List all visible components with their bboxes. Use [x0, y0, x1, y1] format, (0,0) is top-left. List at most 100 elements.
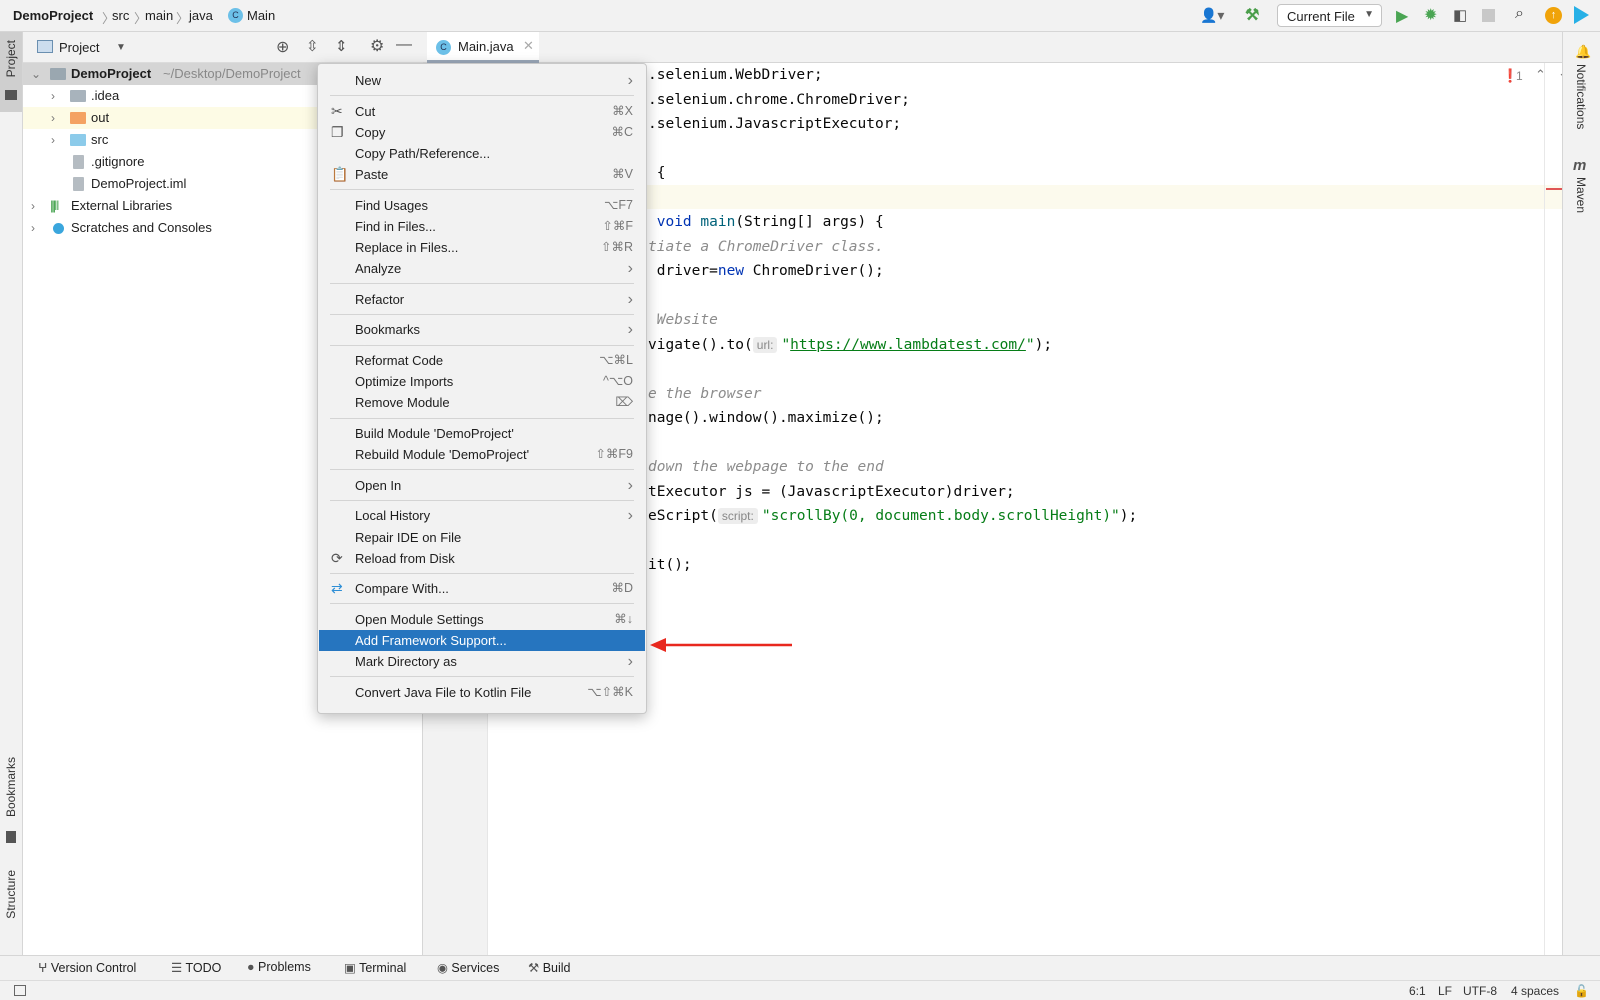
source-folder-icon: [70, 134, 86, 146]
code-comment: down the webpage to the end: [648, 459, 884, 475]
chevron-down-icon: ▼: [1364, 9, 1374, 20]
menu-item-find-usages[interactable]: Find Usages ⌥F7: [319, 195, 645, 216]
terminal-tool[interactable]: ▣ Terminal: [344, 960, 406, 975]
menu-item-shortcut: ⌘C: [611, 124, 633, 139]
chevron-down-icon[interactable]: ▼: [116, 42, 126, 53]
breadcrumb-src[interactable]: src: [112, 8, 129, 23]
caret-position[interactable]: 6:1: [1409, 984, 1426, 998]
menu-item-copy-path-reference[interactable]: Copy Path/Reference...: [319, 143, 645, 164]
maven-tool-button[interactable]: m Maven: [1563, 157, 1600, 257]
tool-label: Terminal: [359, 961, 407, 975]
code-text: eScript(: [648, 508, 718, 524]
indent-setting[interactable]: 4 spaces: [1511, 984, 1559, 998]
notifications-tool-button[interactable]: 🔔 Notifications: [1563, 40, 1600, 170]
code-line: it();: [648, 557, 692, 573]
menu-item-open-module-settings[interactable]: Open Module Settings ⌘↓: [319, 609, 645, 630]
menu-item-label: Analyze: [355, 261, 402, 277]
breadcrumb-project[interactable]: DemoProject: [13, 8, 93, 23]
menu-item-remove-module[interactable]: Remove Module ⌦: [319, 392, 645, 413]
menu-item-build-module-demoproject[interactable]: Build Module 'DemoProject': [319, 423, 645, 444]
menu-item-label: Paste: [355, 167, 389, 183]
menu-item-paste[interactable]: 📋 Paste ⌘V: [319, 164, 645, 185]
expand-all-icon[interactable]: ⇳: [306, 37, 319, 55]
breadcrumb-main[interactable]: main: [145, 8, 173, 23]
code-text: vigate().to(: [648, 336, 753, 353]
bookmarks-tool-button[interactable]: Bookmarks: [0, 757, 22, 877]
chevron-right-icon[interactable]: ›: [31, 195, 35, 217]
user-icon[interactable]: 👤▾: [1200, 7, 1224, 24]
run-icon[interactable]: ▶: [1396, 6, 1408, 26]
tab-main-java[interactable]: C Main.java ✕: [427, 32, 539, 63]
chevron-right-icon[interactable]: ›: [51, 107, 55, 129]
tool-label: TODO: [185, 961, 222, 975]
menu-item-reload-from-disk[interactable]: ⟳ Reload from Disk: [319, 548, 645, 569]
problems-count[interactable]: 1: [1516, 69, 1523, 83]
menu-item-find-in-files[interactable]: Find in Files... ⇧⌘F: [319, 216, 645, 237]
url-link[interactable]: https://www.lambdatest.com/: [790, 337, 1026, 353]
line-separator[interactable]: LF: [1438, 984, 1452, 998]
menu-item-rebuild-module-demoproject[interactable]: Rebuild Module 'DemoProject' ⇧⌘F9: [319, 444, 645, 465]
project-tool-label: Project: [4, 40, 18, 78]
menu-item-cut[interactable]: ✂ Cut ⌘X: [319, 101, 645, 122]
menu-item-local-history[interactable]: Local History ›: [319, 505, 645, 526]
chevron-right-icon[interactable]: ›: [51, 129, 55, 151]
gear-icon[interactable]: ⚙: [370, 36, 384, 56]
menu-item-optimize-imports[interactable]: Optimize Imports ^⌥O: [319, 371, 645, 392]
chevron-right-icon[interactable]: ›: [31, 217, 35, 239]
project-view-selector[interactable]: Project: [59, 40, 99, 55]
toolbox-icon[interactable]: [1574, 6, 1589, 24]
version-control-tool[interactable]: ⵖ Version Control: [38, 960, 136, 975]
build-tool[interactable]: ⚒ Build: [528, 960, 570, 975]
file-encoding[interactable]: UTF-8: [1463, 984, 1497, 998]
menu-item-label: Bookmarks: [355, 322, 421, 338]
menu-item-label: Repair IDE on File: [355, 529, 462, 545]
menu-item-bookmarks[interactable]: Bookmarks ›: [319, 319, 645, 340]
menu-item-add-framework-support[interactable]: Add Framework Support...: [319, 630, 645, 652]
keyword: void: [648, 214, 701, 230]
structure-tool-button[interactable]: Structure: [0, 870, 22, 960]
hammer-icon[interactable]: ⚒: [1245, 5, 1259, 25]
menu-item-new[interactable]: New ›: [319, 70, 645, 91]
breadcrumb-java[interactable]: java: [189, 8, 213, 23]
coverage-icon[interactable]: ◧: [1453, 6, 1467, 24]
menu-item-replace-in-files[interactable]: Replace in Files... ⇧⌘R: [319, 237, 645, 258]
search-icon[interactable]: ⌕: [1515, 5, 1524, 23]
error-stripe-marker[interactable]: [1546, 188, 1562, 190]
tree-item-label: DemoProject.iml: [91, 176, 187, 191]
menu-item-refactor[interactable]: Refactor ›: [319, 289, 645, 310]
editor-scrollbar-track[interactable]: [1544, 63, 1545, 955]
menu-item-convert-java-file-to-kotlin-file[interactable]: Convert Java File to Kotlin File ⌥⇧⌘K: [319, 682, 645, 703]
services-tool[interactable]: ◉ Services: [437, 960, 499, 975]
project-tool-button[interactable]: Project: [0, 32, 22, 112]
menu-item-compare-with[interactable]: ⇄ Compare With... ⌘D: [319, 578, 645, 599]
minimize-icon[interactable]: —: [396, 36, 412, 54]
menu-item-shortcut: ⌘↓: [614, 611, 633, 626]
toggle-tool-windows-icon[interactable]: [14, 985, 26, 996]
locate-icon[interactable]: ⊕: [276, 37, 289, 57]
problems-tool[interactable]: ● Problems: [247, 960, 311, 974]
menu-item-analyze[interactable]: Analyze ›: [319, 258, 645, 279]
notifications-label: Notifications: [1574, 64, 1588, 130]
menu-item-reformat-code[interactable]: Reformat Code ⌥⌘L: [319, 350, 645, 371]
menu-item-repair-ide-on-file[interactable]: Repair IDE on File: [319, 527, 645, 548]
chevron-down-icon[interactable]: ⌄: [31, 63, 41, 85]
lock-icon[interactable]: 🔓: [1574, 984, 1589, 998]
menu-item-open-in[interactable]: Open In ›: [319, 475, 645, 496]
parameter-hint: url:: [752, 336, 778, 353]
chevron-right-icon[interactable]: ›: [51, 85, 55, 107]
debug-icon[interactable]: ✹: [1424, 5, 1437, 25]
close-icon[interactable]: ✕: [523, 38, 534, 54]
collapse-all-icon[interactable]: ⇕: [335, 37, 348, 55]
todo-tool[interactable]: ☰ TODO: [171, 960, 221, 975]
menu-item-label: Compare With...: [355, 581, 449, 597]
tree-item-label: DemoProject: [71, 66, 152, 81]
update-icon[interactable]: ↑: [1545, 7, 1562, 24]
menu-item-label: Add Framework Support...: [355, 633, 507, 649]
stop-icon[interactable]: [1482, 9, 1495, 22]
menu-item-mark-directory-as[interactable]: Mark Directory as ›: [319, 651, 645, 672]
menu-item-copy[interactable]: ❐ Copy ⌘C: [319, 122, 645, 143]
run-configuration-dropdown[interactable]: Current File ▼: [1277, 4, 1382, 27]
breadcrumb-main-class[interactable]: Main: [247, 8, 275, 23]
maven-icon: m: [1573, 157, 1587, 174]
menu-item-shortcut: ^⌥O: [603, 374, 633, 389]
